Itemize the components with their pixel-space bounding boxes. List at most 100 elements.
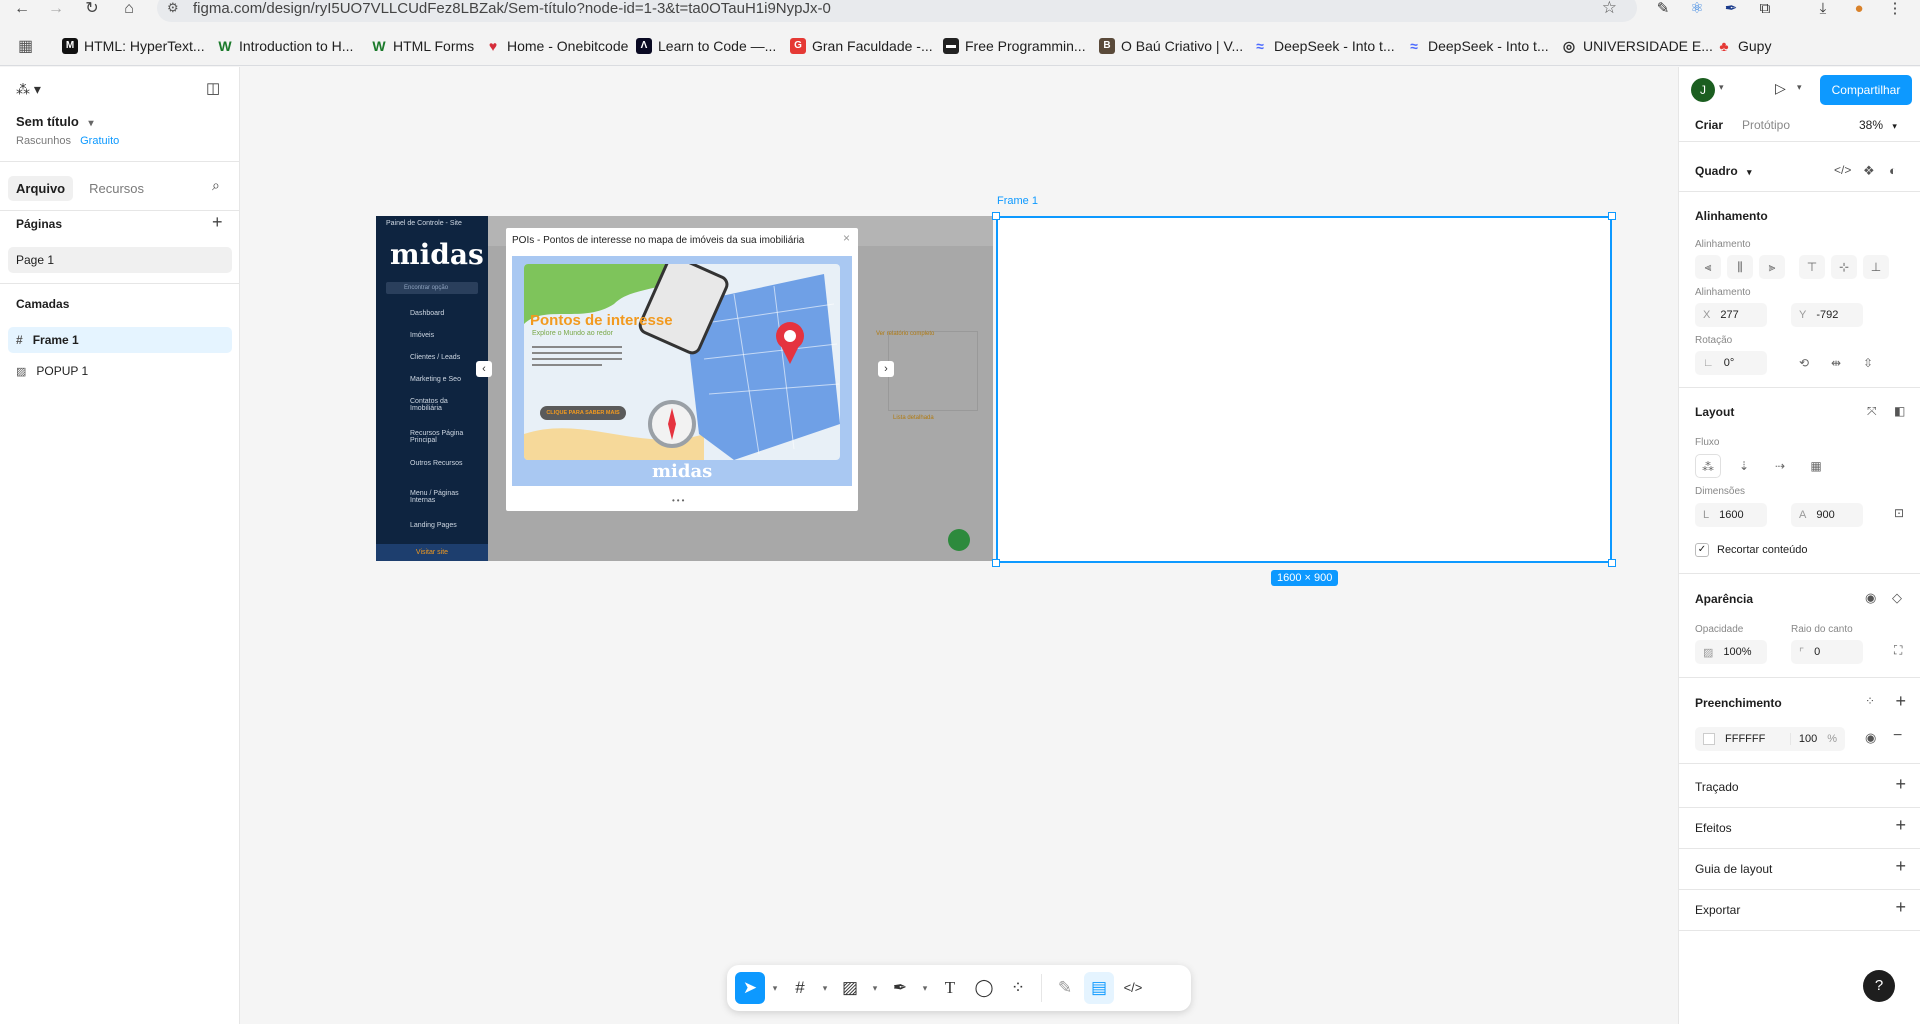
chevron-down-icon[interactable]: ▾ (819, 983, 831, 994)
eye-icon[interactable]: ◉ (1865, 730, 1876, 746)
chevron-down-icon[interactable]: ▾ (88, 118, 93, 129)
home-icon[interactable]: ⌂ (117, 0, 141, 20)
independent-corners-icon[interactable]: ⛶ (1894, 643, 1902, 658)
add-page-icon[interactable]: + (212, 212, 223, 233)
bookmark-item[interactable]: B O Baú Criativo | V... (1099, 36, 1243, 56)
x-field[interactable]: X 277 (1695, 303, 1767, 327)
browser-menu-icon[interactable]: ⋮ (1882, 0, 1908, 20)
bookmark-item[interactable]: W Introduction to H... (217, 36, 353, 56)
chevron-down-icon[interactable]: ▾ (1719, 82, 1724, 93)
add-stroke-icon[interactable]: + (1895, 774, 1906, 795)
frame-tool-icon[interactable]: # (785, 972, 815, 1004)
bookmark-star-icon[interactable]: ☆ (1602, 0, 1617, 18)
eyedropper-extension-icon[interactable]: ✎ (1650, 0, 1676, 20)
add-layout-guide-icon[interactable]: + (1895, 856, 1906, 877)
resize-to-fit-icon[interactable]: ⊡ (1894, 506, 1904, 520)
search-icon[interactable]: ⌕ (212, 177, 220, 194)
resize-handle[interactable] (1608, 212, 1616, 220)
clip-content-checkbox[interactable]: ✓ Recortar conteúdo (1695, 543, 1808, 557)
present-icon[interactable]: ▷ (1775, 80, 1786, 97)
bookmark-item[interactable]: G Gran Faculdade -... (790, 36, 933, 56)
auto-layout-icon[interactable]: ⤧ (1867, 404, 1877, 419)
toggle-sidebar-icon[interactable]: ◫ (206, 79, 220, 97)
reload-icon[interactable]: ↻ (80, 0, 104, 20)
variables-icon[interactable]: ◐ (1889, 163, 1897, 178)
align-top-icon[interactable]: ⊤ (1799, 255, 1825, 279)
frame-type-select[interactable]: Quadro ▾ (1695, 164, 1752, 178)
download-icon[interactable]: ⤓ (1810, 0, 1836, 20)
resize-handle[interactable] (992, 212, 1000, 220)
align-center-h-icon[interactable]: ⫼ (1727, 255, 1753, 279)
extensions-icon[interactable]: ⧉ (1752, 0, 1778, 20)
bookmark-item[interactable]: ♥ Home - Onebitcode (485, 36, 629, 56)
flow-vertical-icon[interactable]: ⇣ (1731, 454, 1757, 478)
bookmark-item[interactable]: ≈ DeepSeek - Into t... (1406, 36, 1548, 56)
flip-horizontal-icon[interactable]: ⇹ (1823, 351, 1849, 375)
dev-mode-icon[interactable]: </> (1118, 972, 1148, 1004)
pen-extension-icon[interactable]: ✒ (1718, 0, 1744, 20)
bookmark-item[interactable]: M HTML: HyperText... (62, 36, 205, 56)
popup-image[interactable]: Painel de Controle - Site midas Encontra… (376, 216, 993, 561)
align-left-icon[interactable]: ⫷ (1695, 255, 1721, 279)
draw-mode-icon[interactable]: ✎ (1050, 972, 1080, 1004)
react-extension-icon[interactable]: ⚛ (1684, 0, 1710, 20)
address-bar[interactable]: ⚙ figma.com/design/ryI5UO7VLLCUdFez8LBZa… (157, 0, 1637, 22)
share-button[interactable]: Compartilhar (1820, 75, 1912, 105)
canvas[interactable]: Painel de Controle - Site midas Encontra… (241, 67, 1678, 1024)
forward-icon[interactable]: → (44, 0, 68, 20)
width-field[interactable]: L 1600 (1695, 503, 1767, 527)
chevron-down-icon[interactable]: ▾ (1797, 82, 1802, 93)
help-button[interactable]: ? (1863, 970, 1895, 1002)
profile-avatar[interactable]: ● (1846, 0, 1872, 20)
actions-tool-icon[interactable]: ⁘ (1003, 972, 1033, 1004)
flip-vertical-icon[interactable]: ⇳ (1855, 351, 1881, 375)
align-bottom-icon[interactable]: ⊥ (1863, 255, 1889, 279)
corner-radius-field[interactable]: ⌜ 0 (1791, 640, 1863, 664)
url-text[interactable]: figma.com/design/ryI5UO7VLLCUdFez8LBZak/… (193, 0, 831, 17)
rotation-field[interactable]: ∟ 0° (1695, 351, 1767, 375)
chevron-down-icon[interactable]: ▾ (869, 983, 881, 994)
frame-1[interactable] (996, 216, 1612, 563)
y-field[interactable]: Y -792 (1791, 303, 1863, 327)
align-center-v-icon[interactable]: ⊹ (1831, 255, 1857, 279)
eye-icon[interactable]: ◉ (1865, 590, 1876, 606)
flow-freeform-icon[interactable]: ⁂ (1695, 454, 1721, 478)
component-icon[interactable]: ❖ (1863, 163, 1875, 179)
bookmark-item[interactable]: Λ Learn to Code —... (636, 36, 776, 56)
figma-menu-icon[interactable]: ⁂ ▾ (16, 81, 41, 98)
layer-popup-1[interactable]: ▨ POPUP 1 (8, 358, 232, 384)
code-icon[interactable]: </> (1834, 163, 1851, 177)
bookmark-item[interactable]: W HTML Forms (371, 36, 474, 56)
frame-label[interactable]: Frame 1 (997, 195, 1038, 207)
resize-handle[interactable] (992, 559, 1000, 567)
remove-fill-icon[interactable]: − (1893, 727, 1902, 745)
tab-prototipo[interactable]: Protótipo (1742, 118, 1790, 132)
move-tool-icon[interactable]: ➤ (735, 972, 765, 1004)
avatar[interactable]: J (1691, 78, 1715, 102)
page-item[interactable]: Page 1 (8, 247, 232, 273)
chevron-down-icon[interactable]: ▾ (919, 983, 931, 994)
bookmark-item[interactable]: ≈ DeepSeek - Into t... (1252, 36, 1394, 56)
tab-recursos[interactable]: Recursos (81, 176, 152, 201)
bookmark-item[interactable]: ◎ UNIVERSIDADE E... (1561, 36, 1713, 56)
rotate-90-icon[interactable]: ⟲ (1791, 351, 1817, 375)
bookmark-item[interactable]: ▬ Free Programmin... (943, 36, 1086, 56)
styles-grid-icon[interactable]: ⁘ (1865, 694, 1875, 708)
file-name[interactable]: Sem título ▾ (16, 114, 94, 129)
layout-grid-icon[interactable]: ◧ (1894, 404, 1905, 418)
height-field[interactable]: A 900 (1791, 503, 1863, 527)
pen-tool-icon[interactable]: ✒ (885, 972, 915, 1004)
add-effect-icon[interactable]: + (1895, 815, 1906, 836)
flow-horizontal-icon[interactable]: ⇢ (1767, 454, 1793, 478)
bookmark-item[interactable]: ♣ Gupy (1716, 36, 1771, 56)
site-info-icon[interactable]: ⚙ (167, 0, 179, 16)
comment-tool-icon[interactable]: ◯ (969, 972, 999, 1004)
layer-frame-1[interactable]: # Frame 1 (8, 327, 232, 353)
add-fill-icon[interactable]: + (1895, 691, 1906, 712)
align-right-icon[interactable]: ⫸ (1759, 255, 1785, 279)
chevron-down-icon[interactable]: ▾ (769, 983, 781, 994)
back-icon[interactable]: ← (10, 0, 34, 20)
blend-mode-icon[interactable]: ◇ (1892, 590, 1902, 606)
zoom-level[interactable]: 38% ▾ (1859, 118, 1897, 132)
add-export-icon[interactable]: + (1895, 897, 1906, 918)
